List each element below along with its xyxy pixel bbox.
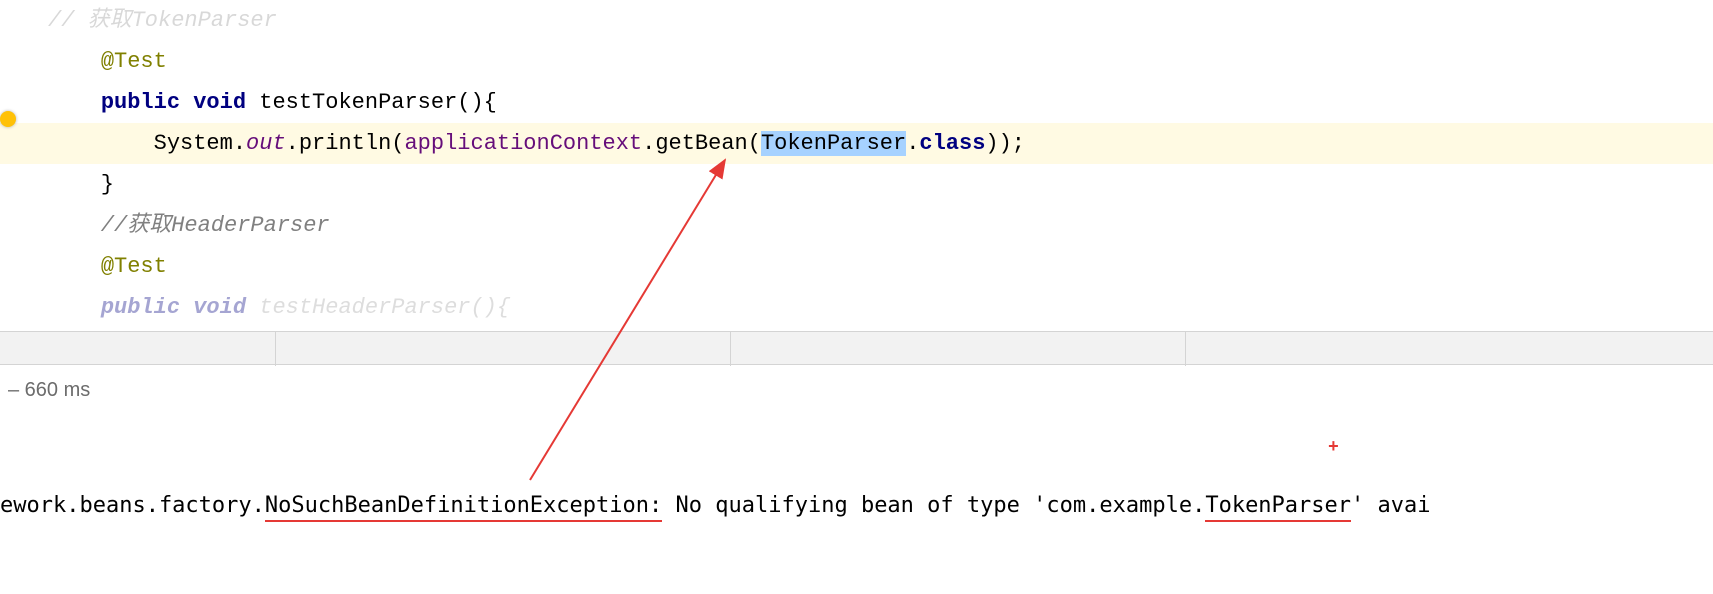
selected-class-token[interactable]: TokenParser	[761, 131, 906, 156]
test-run-duration: – 660 ms	[0, 375, 98, 406]
exception-line: ework.beans.factory.NoSuchBeanDefinition…	[0, 490, 1713, 522]
toolbar-separator	[275, 332, 276, 366]
code-line-annotation-2: @Test	[0, 246, 1713, 287]
exception-name-underlined: NoSuchBeanDefinitionException:	[265, 493, 662, 522]
missing-bean-class-underlined: TokenParser	[1205, 493, 1351, 522]
code-line-comment: //获取HeaderParser	[0, 205, 1713, 246]
console-output[interactable]: ework.beans.factory.NoSuchBeanDefinition…	[0, 440, 1713, 547]
code-line-method-sig-2: public void testHeaderParser(){	[0, 287, 1713, 328]
code-line-closing-brace: }	[0, 164, 1713, 205]
toolbar-separator	[1185, 332, 1186, 366]
lightbulb-icon[interactable]	[0, 111, 16, 127]
toolbar-separator	[730, 332, 731, 366]
code-line-annotation: @Test	[0, 41, 1713, 82]
toolbar-strip	[0, 331, 1713, 365]
code-line-comment-cutoff: // 获取TokenParser	[0, 0, 1713, 41]
code-line-method-sig: public void testTokenParser(){	[0, 82, 1713, 123]
highlighted-code-line[interactable]: System.out.println(applicationContext.ge…	[0, 123, 1713, 164]
plus-annotation-marker: +	[1328, 438, 1339, 458]
test-annotation: @Test	[101, 49, 167, 74]
code-editor[interactable]: // 获取TokenParser @Test public void testT…	[0, 0, 1713, 328]
